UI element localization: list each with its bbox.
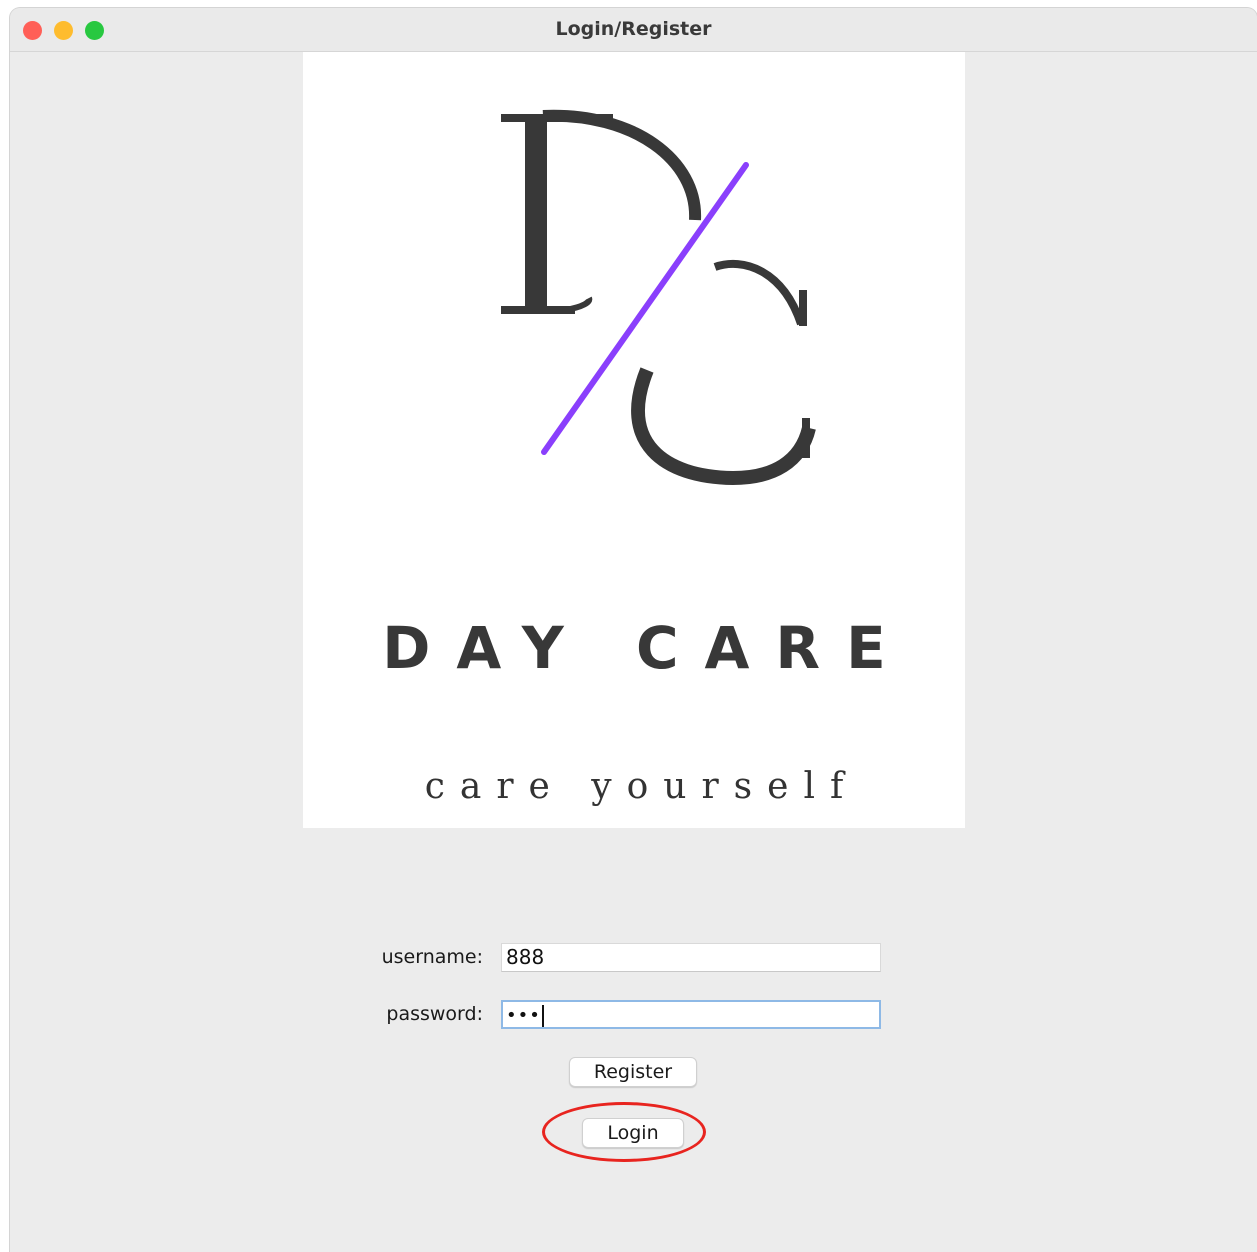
password-masked-value: ••• (506, 1005, 541, 1026)
title-bar[interactable]: Login/Register (10, 8, 1257, 52)
username-label: username: (381, 946, 483, 968)
logo-panel: DAY CARE care yourself (303, 52, 965, 828)
username-value: 888 (506, 945, 545, 969)
dc-monogram-logo (501, 109, 816, 486)
brand-name: DAY CARE (382, 614, 912, 682)
letter-c-glyph (631, 260, 816, 486)
username-input[interactable]: 888 (501, 943, 881, 972)
login-highlight-annotation (542, 1102, 706, 1162)
password-input[interactable]: ••• (501, 1000, 881, 1029)
brand-tagline: care yourself (424, 766, 859, 807)
register-button[interactable]: Register (569, 1057, 697, 1087)
window-title: Login/Register (555, 18, 712, 40)
text-caret (541, 1004, 544, 1027)
password-label: password: (386, 1003, 483, 1025)
login-register-window: Login/Register DAY CARE care yourself us… (10, 8, 1257, 1252)
letter-d-glyph (501, 109, 702, 314)
